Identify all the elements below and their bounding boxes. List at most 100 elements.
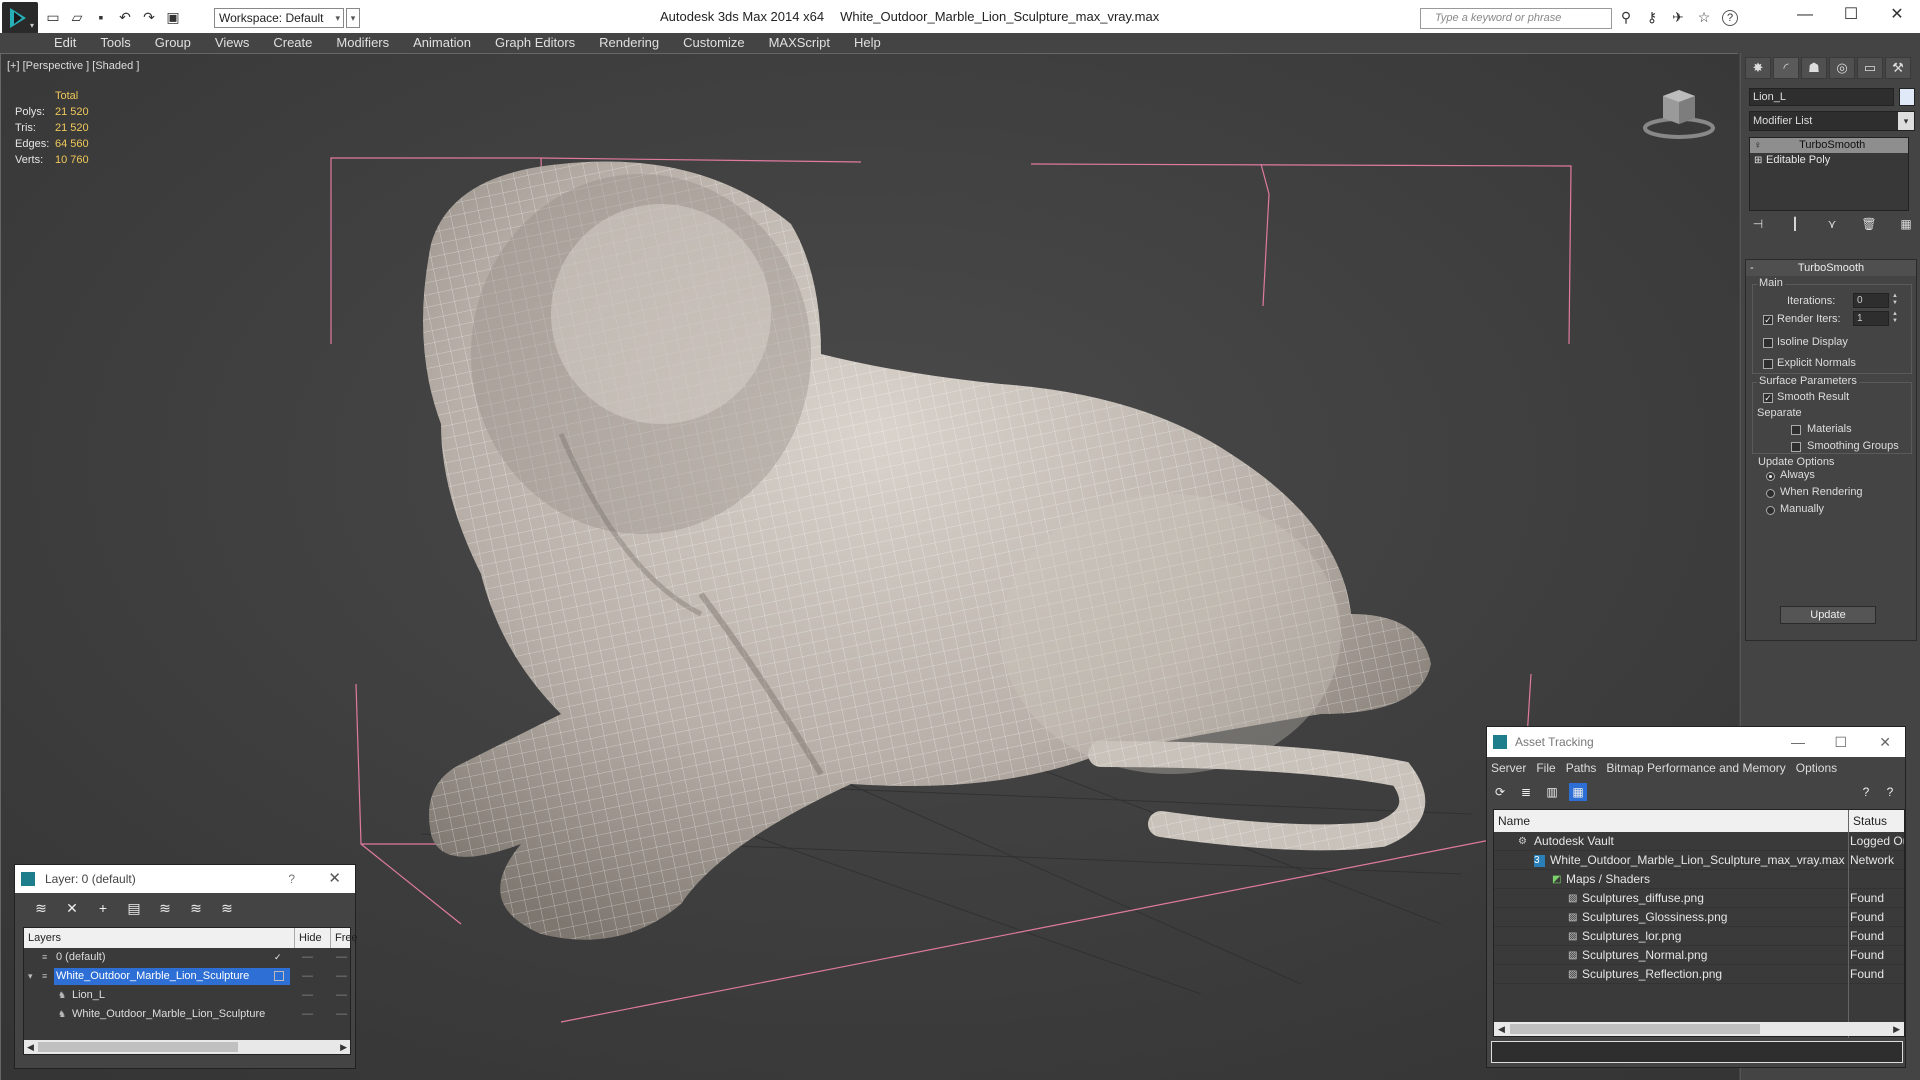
smoothing-groups-checkbox[interactable] — [1791, 442, 1801, 452]
hierarchy-tab-icon[interactable]: ☗ — [1801, 57, 1827, 79]
open-file-icon[interactable]: ▱ — [68, 8, 86, 26]
freeze-toggle-icon[interactable]: — — [336, 1005, 347, 1024]
menu-rendering[interactable]: Rendering — [599, 33, 659, 53]
remove-modifier-icon[interactable]: 🗑 — [1860, 217, 1878, 233]
stack-item-editable-poly[interactable]: ⊞ Editable Poly — [1750, 153, 1908, 168]
save-file-icon[interactable]: ▪ — [92, 8, 110, 26]
app-logo-icon[interactable]: ▾ — [2, 2, 38, 34]
asset-row[interactable]: ⚙ Autodesk Vault Logged Out — [1494, 832, 1904, 851]
list-view-icon[interactable]: ≣ — [1517, 783, 1535, 801]
iterations-spinner[interactable]: 0 — [1853, 293, 1889, 308]
stack-item-turbosmooth[interactable]: ♀ TurboSmooth — [1750, 138, 1908, 153]
lightbulb-icon[interactable]: ♀ — [1754, 138, 1766, 153]
expand-icon[interactable]: ⊞ — [1754, 153, 1766, 168]
layer-row[interactable]: ▾ ≡ White_Outdoor_Marble_Lion_Sculpture … — [24, 967, 350, 986]
asset-row[interactable]: ▨ Sculptures_Glossiness.png Found — [1494, 908, 1904, 927]
motion-tab-icon[interactable]: ◎ — [1829, 57, 1855, 79]
asset-row[interactable]: ▨ Sculptures_Normal.png Found — [1494, 946, 1904, 965]
connect-icon[interactable]: ✈ — [1670, 9, 1686, 25]
rollout-header[interactable]: - TurboSmooth — [1746, 260, 1916, 276]
asset-row[interactable]: ▨ Sculptures_Reflection.png Found — [1494, 965, 1904, 984]
hide-toggle-icon[interactable]: — — [302, 1005, 313, 1024]
layer-row[interactable]: ♞ White_Outdoor_Marble_Lion_Sculpture — … — [24, 1005, 350, 1024]
detail-view-icon[interactable]: ▥ — [1543, 783, 1561, 801]
maximize-icon[interactable]: ☐ — [1828, 0, 1874, 32]
help-icon[interactable]: ? — [1722, 10, 1738, 26]
scroll-thumb[interactable] — [38, 1042, 238, 1052]
asset-menu-options[interactable]: Options — [1796, 757, 1837, 779]
object-color-swatch[interactable] — [1899, 88, 1915, 106]
close-icon[interactable]: ✕ — [1879, 727, 1891, 757]
asset-menu-file[interactable]: File — [1536, 757, 1555, 779]
scroll-right-icon[interactable]: ▶ — [1893, 1022, 1900, 1036]
maximize-icon[interactable]: ☐ — [1834, 727, 1847, 757]
utilities-tab-icon[interactable]: ⚒ — [1885, 57, 1911, 79]
object-name-field[interactable]: Lion_L — [1749, 88, 1894, 106]
layer-dialog-titlebar[interactable]: Layer: 0 (default) ? ✕ — [15, 865, 355, 893]
close-icon[interactable]: ✕ — [328, 865, 341, 893]
modifier-list-dropdown[interactable]: Modifier List ▾ — [1749, 111, 1915, 131]
menu-create[interactable]: Create — [273, 33, 312, 53]
refresh-icon[interactable]: ⟳ — [1491, 783, 1509, 801]
display-tab-icon[interactable]: ▭ — [1857, 57, 1883, 79]
column-hide[interactable]: Hide — [294, 928, 322, 948]
checkmark-icon[interactable]: ✓ — [274, 952, 284, 962]
scroll-thumb[interactable] — [1510, 1024, 1760, 1034]
layer-row[interactable]: ≡ 0 (default) ✓ — — — [24, 948, 350, 967]
asset-dialog-titlebar[interactable]: Asset Tracking — ☐ ✕ — [1487, 727, 1905, 757]
hide-all-icon[interactable]: ≋ — [186, 899, 206, 917]
asset-path-field[interactable] — [1491, 1041, 1903, 1063]
column-freeze[interactable]: Free — [330, 928, 358, 948]
menu-views[interactable]: Views — [215, 33, 249, 53]
minimize-icon[interactable]: — — [1791, 727, 1805, 757]
asset-row[interactable]: 3 White_Outdoor_Marble_Lion_Sculpture_ma… — [1494, 851, 1904, 870]
toolbar-overflow-icon[interactable]: ▾ — [346, 8, 360, 28]
horizontal-scrollbar[interactable]: ◀ ▶ — [24, 1040, 350, 1054]
search-input[interactable]: Type a keyword or phrase — [1420, 8, 1612, 29]
update-button[interactable]: Update — [1780, 606, 1876, 624]
viewcube-icon[interactable] — [1641, 84, 1717, 140]
highlight-layer-icon[interactable]: ≋ — [155, 899, 175, 917]
freeze-all-icon[interactable]: ≋ — [217, 899, 237, 917]
asset-menu-paths[interactable]: Paths — [1566, 757, 1597, 779]
layer-box-icon[interactable] — [274, 971, 284, 981]
materials-checkbox[interactable] — [1791, 425, 1801, 435]
make-unique-icon[interactable]: ⋎ — [1823, 217, 1841, 233]
add-to-layer-icon[interactable]: + — [93, 899, 113, 917]
new-file-icon[interactable]: ▭ — [44, 8, 62, 26]
scroll-right-icon[interactable]: ▶ — [340, 1040, 347, 1054]
render-iters-checkbox[interactable]: ✓ — [1763, 315, 1773, 325]
freeze-toggle-icon[interactable]: — — [336, 948, 347, 967]
configure-sets-icon[interactable]: ▦ — [1897, 217, 1915, 233]
menu-help[interactable]: Help — [854, 33, 881, 53]
menu-modifiers[interactable]: Modifiers — [336, 33, 389, 53]
menu-edit[interactable]: Edit — [54, 33, 76, 53]
explicit-normals-checkbox[interactable] — [1763, 359, 1773, 369]
collapse-icon[interactable]: ▾ — [28, 971, 38, 981]
asset-row[interactable]: ◩ Maps / Shaders — [1494, 870, 1904, 889]
delete-layer-icon[interactable]: ✕ — [62, 899, 82, 917]
spinner-arrows-icon[interactable]: ▲ ▼ — [1891, 311, 1899, 326]
asset-menu-bitmap[interactable]: Bitmap Performance and Memory — [1606, 757, 1785, 779]
smooth-result-checkbox[interactable]: ✓ — [1763, 393, 1773, 403]
help-icon[interactable]: ? — [288, 865, 295, 893]
viewport-label[interactable]: [+] [Perspective ] [Shaded ] — [7, 60, 139, 72]
asset-row[interactable]: ▨ Sculptures_diffuse.png Found — [1494, 889, 1904, 908]
hide-toggle-icon[interactable]: — — [302, 948, 313, 967]
star-icon[interactable]: ☆ — [1696, 9, 1712, 25]
horizontal-scrollbar[interactable]: ◀ ▶ — [1494, 1022, 1904, 1036]
pin-stack-icon[interactable]: ⊣ — [1749, 217, 1767, 233]
asset-row[interactable]: ▨ Sculptures_lor.png Found — [1494, 927, 1904, 946]
scroll-left-icon[interactable]: ◀ — [27, 1040, 34, 1054]
menu-tools[interactable]: Tools — [100, 33, 130, 53]
binoculars-icon[interactable]: ⚲ — [1618, 9, 1634, 25]
hide-toggle-icon[interactable]: — — [302, 986, 313, 1005]
menu-graph-editors[interactable]: Graph Editors — [495, 33, 575, 53]
column-layers[interactable]: Layers — [24, 928, 61, 948]
freeze-toggle-icon[interactable]: — — [336, 986, 347, 1005]
create-tab-icon[interactable]: ✸ — [1745, 57, 1771, 79]
minimize-icon[interactable]: — — [1782, 0, 1828, 32]
layer-row[interactable]: ♞ Lion_L — — — [24, 986, 350, 1005]
close-icon[interactable]: ✕ — [1874, 0, 1920, 32]
project-folder-icon[interactable]: ▣ — [164, 8, 182, 26]
